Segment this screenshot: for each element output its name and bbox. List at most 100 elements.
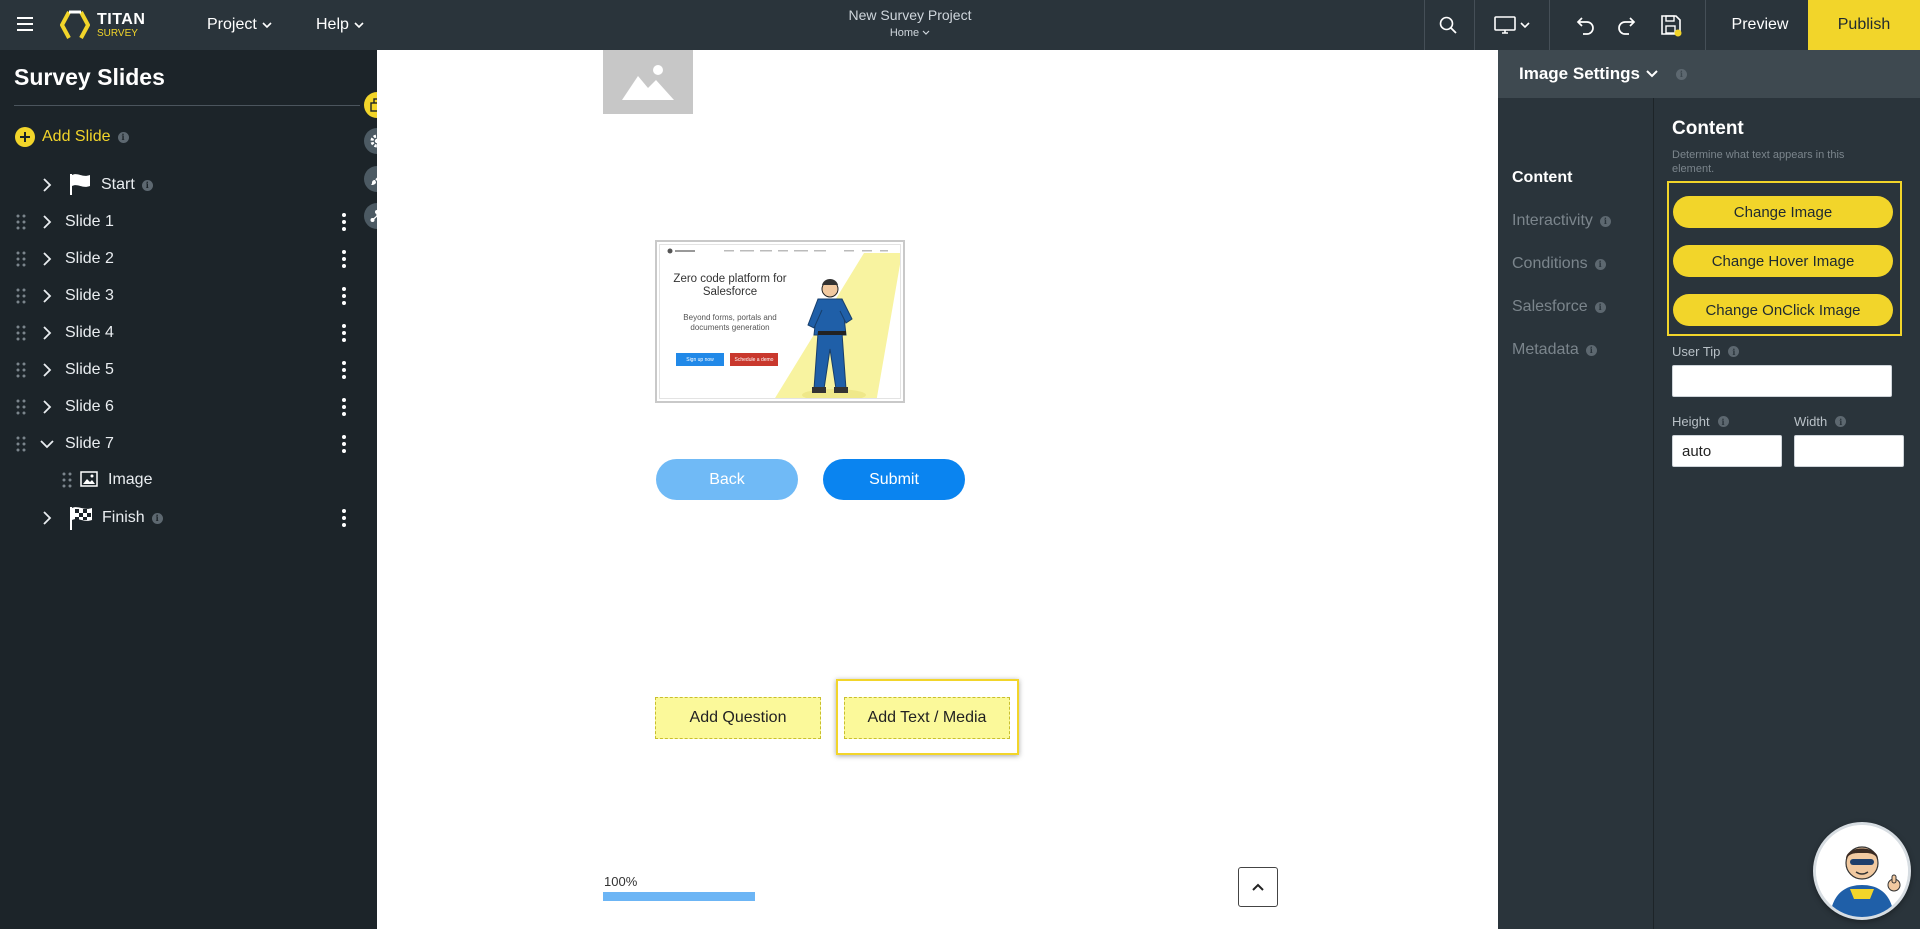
slide-row-7[interactable]: Slide 7 xyxy=(0,425,377,462)
nav-conditions-label: Conditions xyxy=(1512,255,1588,272)
selected-image-element[interactable]: Zero code platform for Salesforce Beyond… xyxy=(655,240,905,403)
info-icon[interactable]: i xyxy=(1728,346,1740,357)
more-options-icon[interactable] xyxy=(341,435,347,453)
page-selector-label: Home xyxy=(889,27,920,39)
more-options-icon[interactable] xyxy=(341,250,347,268)
info-icon[interactable]: i xyxy=(117,131,129,143)
change-onclick-image-button[interactable]: Change OnClick Image xyxy=(1673,294,1893,326)
image-element-label[interactable]: Image xyxy=(108,471,152,489)
slide-finish[interactable]: Finish i xyxy=(102,509,163,527)
info-icon[interactable]: i xyxy=(1675,68,1687,80)
nav-salesforce[interactable]: Salesforce i xyxy=(1512,298,1606,316)
top-bar: TITAN SURVEY Project Help New Survey Pro… xyxy=(0,0,1920,50)
chevron-right-icon[interactable] xyxy=(42,400,52,414)
nav-interactivity[interactable]: Interactivity i xyxy=(1512,212,1611,230)
slide-6-label[interactable]: Slide 6 xyxy=(65,398,114,416)
chevron-right-icon[interactable] xyxy=(42,215,52,229)
scroll-to-top-button[interactable] xyxy=(1238,867,1278,907)
width-input[interactable] xyxy=(1794,435,1904,467)
drag-handle-icon[interactable] xyxy=(16,436,26,452)
drag-handle-icon[interactable] xyxy=(16,214,26,230)
slide-row-6[interactable]: Slide 6 xyxy=(0,388,377,425)
submit-button[interactable]: Submit xyxy=(823,459,965,500)
add-slide-button[interactable]: Add Slide i xyxy=(15,127,129,147)
chevron-right-icon[interactable] xyxy=(42,363,52,377)
image-settings-dropdown[interactable]: Image Settings xyxy=(1519,64,1658,84)
image-placeholder[interactable] xyxy=(603,50,693,114)
slide-element-image[interactable]: Image xyxy=(0,461,377,498)
chevron-right-icon[interactable] xyxy=(42,178,52,192)
chevron-right-icon[interactable] xyxy=(42,289,52,303)
titan-logo[interactable]: TITAN SURVEY xyxy=(60,8,145,42)
back-button[interactable]: Back xyxy=(656,459,798,500)
slide-row-3[interactable]: Slide 3 xyxy=(0,277,377,314)
save-button[interactable] xyxy=(1656,0,1686,50)
assistant-avatar[interactable] xyxy=(1813,822,1911,920)
nav-content-label: Content xyxy=(1512,169,1573,186)
more-options-icon[interactable] xyxy=(341,324,347,342)
nav-metadata-label: Metadata xyxy=(1512,341,1579,358)
user-tip-input[interactable] xyxy=(1672,365,1892,397)
chevron-right-icon[interactable] xyxy=(42,252,52,266)
info-icon[interactable]: i xyxy=(1594,301,1606,313)
add-question-button[interactable]: Add Question xyxy=(655,697,821,739)
nav-interactivity-label: Interactivity xyxy=(1512,212,1593,229)
height-input[interactable] xyxy=(1672,435,1782,467)
drag-handle-icon[interactable] xyxy=(16,325,26,341)
slide-finish-label: Finish xyxy=(102,509,145,526)
info-icon[interactable]: i xyxy=(1599,215,1611,227)
chevron-right-icon[interactable] xyxy=(42,326,52,340)
superhero-mascot-illustration xyxy=(775,253,900,398)
add-text-media-button[interactable]: Add Text / Media xyxy=(844,697,1010,739)
info-icon[interactable]: i xyxy=(1585,344,1597,356)
slide-7-label[interactable]: Slide 7 xyxy=(65,435,114,453)
slide-5-label[interactable]: Slide 5 xyxy=(65,361,114,379)
info-icon[interactable]: i xyxy=(1717,416,1729,427)
undo-icon xyxy=(1576,17,1594,35)
drag-handle-icon[interactable] xyxy=(16,362,26,378)
info-icon[interactable]: i xyxy=(141,179,153,191)
drag-handle-icon[interactable] xyxy=(16,251,26,267)
slide-row-finish[interactable]: Finish i xyxy=(0,499,377,536)
publish-button[interactable]: Publish xyxy=(1808,0,1920,50)
more-options-icon[interactable] xyxy=(341,213,347,231)
drag-handle-icon[interactable] xyxy=(62,472,72,488)
search-button[interactable] xyxy=(1432,0,1464,50)
change-image-button[interactable]: Change Image xyxy=(1673,196,1893,228)
chevron-right-icon[interactable] xyxy=(42,511,52,525)
height-label: Height i xyxy=(1672,414,1729,429)
nav-conditions[interactable]: Conditions i xyxy=(1512,255,1606,273)
more-options-icon[interactable] xyxy=(341,361,347,379)
hamburger-menu-icon[interactable] xyxy=(14,13,36,35)
help-menu[interactable]: Help xyxy=(316,0,364,50)
preview-button[interactable]: Preview xyxy=(1710,0,1810,50)
slide-1-label[interactable]: Slide 1 xyxy=(65,213,114,231)
slide-row-5[interactable]: Slide 5 xyxy=(0,351,377,388)
more-options-icon[interactable] xyxy=(341,509,347,527)
undo-button[interactable] xyxy=(1570,0,1600,50)
slide-row-start[interactable]: Start i xyxy=(0,166,377,203)
change-hover-image-button[interactable]: Change Hover Image xyxy=(1673,245,1893,277)
nav-content[interactable]: Content xyxy=(1512,169,1572,187)
redo-button[interactable] xyxy=(1612,0,1642,50)
page-selector[interactable]: Home xyxy=(890,27,930,39)
slide-3-label[interactable]: Slide 3 xyxy=(65,287,114,305)
nav-metadata[interactable]: Metadata i xyxy=(1512,341,1597,359)
slide-row-2[interactable]: Slide 2 xyxy=(0,240,377,277)
chevron-down-icon[interactable] xyxy=(40,439,54,449)
more-options-icon[interactable] xyxy=(341,287,347,305)
project-menu[interactable]: Project xyxy=(207,0,272,50)
slide-start[interactable]: Start i xyxy=(101,176,153,194)
drag-handle-icon[interactable] xyxy=(16,399,26,415)
slide-2-label[interactable]: Slide 2 xyxy=(65,250,114,268)
chevron-down-icon xyxy=(922,30,930,35)
slide-4-label[interactable]: Slide 4 xyxy=(65,324,114,342)
info-icon[interactable]: i xyxy=(1835,416,1847,427)
drag-handle-icon[interactable] xyxy=(16,288,26,304)
info-icon[interactable]: i xyxy=(1594,258,1606,270)
slide-row-4[interactable]: Slide 4 xyxy=(0,314,377,351)
device-preview-dropdown[interactable] xyxy=(1490,0,1534,50)
slide-row-1[interactable]: Slide 1 xyxy=(0,203,377,240)
info-icon[interactable]: i xyxy=(151,512,163,524)
more-options-icon[interactable] xyxy=(341,398,347,416)
